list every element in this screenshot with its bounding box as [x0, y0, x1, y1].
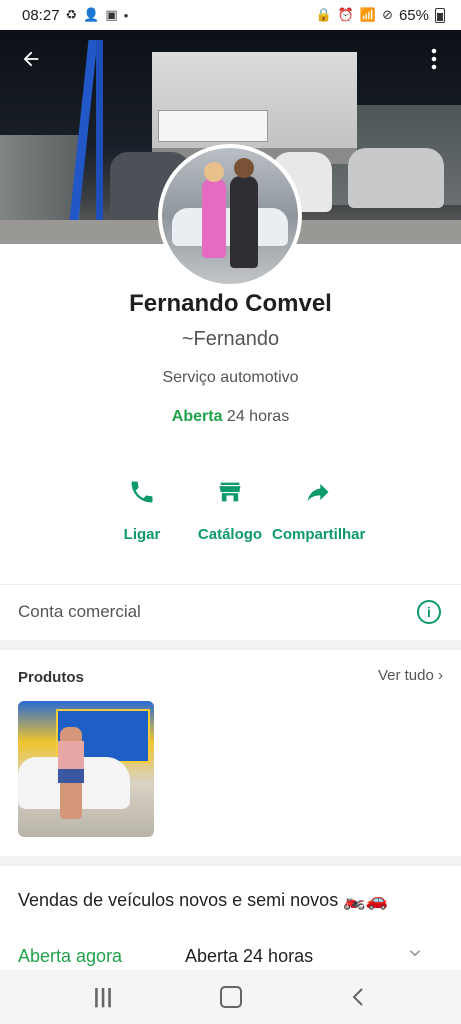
business-description: Vendas de veículos novos e semi novos 🏍️…: [18, 890, 389, 910]
open-status: Aberta: [171, 408, 223, 425]
business-category: Serviço automotivo: [162, 369, 299, 386]
alarm-icon: ⏰: [337, 7, 354, 22]
section-divider: [0, 856, 461, 866]
section-divider: [0, 640, 461, 650]
chevron-down-icon[interactable]: [406, 944, 424, 967]
sync-icon: ♻: [65, 7, 78, 22]
products-title: Produtos: [18, 669, 84, 686]
screen: 08:27 ♻ 👤 ▣ • 🔒 ⏰ 📶 ⊘ 65% Fernando Comve…: [0, 0, 461, 1024]
battery-percent: 65%: [398, 6, 429, 24]
recent-apps-icon[interactable]: |||: [84, 977, 124, 1017]
info-icon[interactable]: i: [417, 599, 441, 624]
see-all-label: Ver tudo: [377, 667, 434, 684]
profile-push-name: ~Fernando: [181, 328, 280, 350]
share-label: Compartilhar: [272, 526, 366, 543]
app-notification-icon: ▣: [105, 7, 118, 22]
avatar[interactable]: [158, 144, 302, 288]
product-thumbnail[interactable]: [18, 701, 154, 837]
status-bar: 08:27 ♻ 👤 ▣ • 🔒 ⏰ 📶 ⊘ 65%: [0, 0, 461, 30]
phone-icon: [94, 478, 190, 512]
person-icon: 👤: [83, 7, 100, 22]
call-label: Ligar: [123, 526, 161, 543]
dot-icon: •: [123, 7, 129, 23]
store-icon: [182, 478, 278, 512]
catalog-label: Catálogo: [197, 526, 263, 543]
profile-name: Fernando Comvel: [129, 290, 332, 317]
business-account-row[interactable]: Conta comercial i: [0, 584, 461, 638]
hours-value[interactable]: Aberta 24 horas: [185, 946, 313, 967]
open-now-status: Aberta agora: [18, 946, 123, 966]
see-all-link[interactable]: Ver tudo ›: [378, 667, 443, 684]
wifi-icon: 📶: [359, 7, 377, 22]
chevron-right-icon: ›: [438, 667, 443, 684]
call-button[interactable]: Ligar: [94, 478, 190, 544]
hours-text: 24 horas: [222, 408, 290, 425]
more-options-icon[interactable]: [424, 48, 444, 74]
share-icon: [272, 478, 364, 512]
back-icon[interactable]: [338, 977, 378, 1017]
lock-icon: 🔒: [315, 7, 332, 22]
back-arrow-icon[interactable]: [18, 48, 44, 74]
home-button[interactable]: [211, 977, 251, 1017]
battery-icon: [435, 7, 445, 23]
navigation-bar: |||: [0, 970, 461, 1024]
catalog-button[interactable]: Catálogo: [182, 478, 278, 544]
status-time: 08:27: [22, 6, 60, 24]
business-hours-summary: Aberta 24 horas: [0, 408, 461, 426]
home-icon: [219, 986, 242, 1008]
share-button[interactable]: Compartilhar: [272, 478, 366, 544]
do-not-disturb-icon: ⊘: [382, 7, 393, 22]
avatar-photo: [162, 148, 298, 284]
business-account-label: Conta comercial: [18, 601, 141, 621]
